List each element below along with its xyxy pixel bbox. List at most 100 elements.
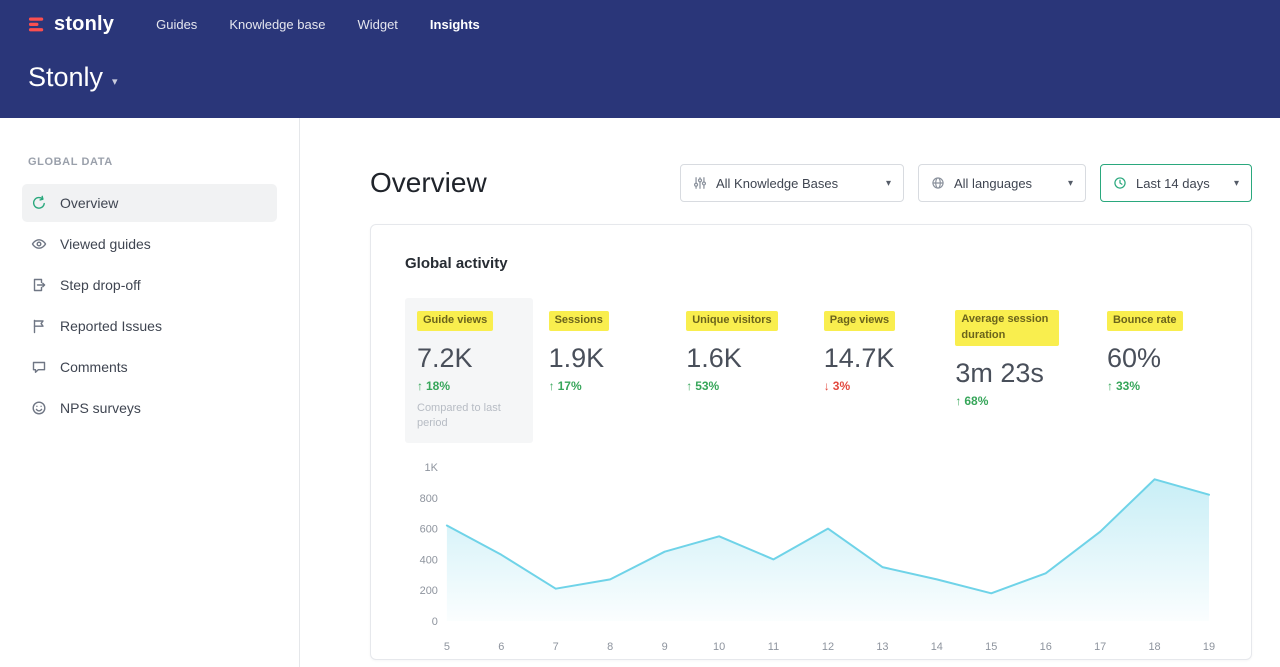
- main-content: Overview All Knowledge Bases ▾ All langu…: [300, 118, 1280, 667]
- card-title: Global activity: [405, 255, 1217, 272]
- workspace-selector[interactable]: Stonly ▾: [0, 40, 1280, 93]
- svg-text:19: 19: [1203, 641, 1215, 653]
- metric-delta: ↓ 3%: [824, 379, 940, 393]
- global-activity-card: Global activity Guide views 7.2K ↑ 18% C…: [370, 224, 1252, 660]
- metric-delta-value: 3%: [833, 379, 850, 393]
- sidebar-item-reported-issues[interactable]: Reported Issues: [22, 307, 277, 345]
- nav-item-knowledge-base[interactable]: Knowledge base: [229, 17, 325, 32]
- comment-icon: [31, 359, 47, 375]
- nav-item-guides[interactable]: Guides: [156, 17, 197, 32]
- metric-average-session-duration[interactable]: Average session duration 3m 23s ↑ 68%: [955, 298, 1091, 408]
- knowledge-bases-dropdown[interactable]: All Knowledge Bases ▾: [680, 164, 904, 202]
- svg-text:13: 13: [876, 641, 888, 653]
- date-range-dropdown[interactable]: Last 14 days ▾: [1100, 164, 1252, 202]
- svg-text:15: 15: [985, 641, 997, 653]
- chevron-down-icon: ▾: [112, 67, 118, 88]
- chevron-down-icon: ▾: [1230, 178, 1239, 189]
- activity-chart: 02004006008001K5678910111213141516171819: [405, 459, 1217, 655]
- svg-text:400: 400: [420, 554, 438, 566]
- sidebar-section-label: GLOBAL DATA: [28, 156, 299, 168]
- metric-value: 60%: [1107, 343, 1217, 373]
- metric-delta-value: 18%: [426, 379, 450, 393]
- languages-dropdown-value: All languages: [954, 176, 1055, 191]
- logo-text: stonly: [54, 13, 114, 36]
- stonly-logo[interactable]: stonly: [28, 13, 114, 36]
- document-icon: [31, 277, 47, 293]
- chevron-down-icon: ▾: [1064, 178, 1073, 189]
- eye-icon: [31, 236, 47, 252]
- page-title: Overview: [370, 167, 487, 199]
- svg-text:0: 0: [432, 616, 438, 628]
- sidebar-item-label: Reported Issues: [60, 318, 162, 334]
- top-bar: stonly Guides Knowledge base Widget Insi…: [0, 0, 1280, 118]
- metric-label: Bounce rate: [1107, 311, 1183, 331]
- chevron-down-icon: ▾: [882, 178, 891, 189]
- sidebar-item-nps-surveys[interactable]: NPS surveys: [22, 389, 277, 427]
- svg-text:7: 7: [553, 641, 559, 653]
- svg-text:9: 9: [662, 641, 668, 653]
- metric-guide-views[interactable]: Guide views 7.2K ↑ 18% Compared to last …: [405, 298, 533, 443]
- sidebar: GLOBAL DATA Overview Viewed guides Step …: [0, 118, 300, 667]
- svg-text:17: 17: [1094, 641, 1106, 653]
- svg-text:600: 600: [420, 523, 438, 535]
- metric-value: 3m 23s: [955, 358, 1091, 388]
- languages-dropdown[interactable]: All languages ▾: [918, 164, 1086, 202]
- svg-text:8: 8: [607, 641, 613, 653]
- sidebar-item-comments[interactable]: Comments: [22, 348, 277, 386]
- svg-text:6: 6: [498, 641, 504, 653]
- workspace-title: Stonly: [28, 62, 103, 93]
- metric-label: Guide views: [417, 311, 493, 331]
- trend-up-icon: ↑: [955, 394, 961, 408]
- sidebar-item-label: Comments: [60, 359, 128, 375]
- svg-text:18: 18: [1148, 641, 1160, 653]
- metrics-row: Guide views 7.2K ↑ 18% Compared to last …: [405, 298, 1217, 443]
- globe-icon: [931, 176, 945, 190]
- sidebar-item-label: Overview: [60, 195, 118, 211]
- metric-label: Page views: [824, 311, 895, 331]
- metric-delta-value: 53%: [695, 379, 719, 393]
- metric-unique-visitors[interactable]: Unique visitors 1.6K ↑ 53%: [686, 298, 808, 393]
- sidebar-item-label: Viewed guides: [60, 236, 151, 252]
- metric-delta-value: 68%: [964, 394, 988, 408]
- flag-icon: [31, 318, 47, 334]
- area-chart: 02004006008001K5678910111213141516171819: [405, 459, 1217, 655]
- metric-value: 1.9K: [549, 343, 671, 373]
- sliders-icon: [693, 176, 707, 190]
- metric-page-views[interactable]: Page views 14.7K ↓ 3%: [824, 298, 940, 393]
- metric-sessions[interactable]: Sessions 1.9K ↑ 17%: [549, 298, 671, 393]
- metric-delta: ↑ 53%: [686, 379, 808, 393]
- metric-delta-value: 33%: [1116, 379, 1140, 393]
- metric-delta: ↑ 33%: [1107, 379, 1217, 393]
- metric-label: Unique visitors: [686, 311, 777, 331]
- trend-up-icon: ↑: [686, 379, 692, 393]
- clock-icon: [1113, 176, 1127, 190]
- metric-note: Compared to last period: [417, 401, 517, 431]
- metric-bounce-rate[interactable]: Bounce rate 60% ↑ 33%: [1107, 298, 1217, 393]
- stonly-logo-icon: [28, 15, 47, 34]
- metric-value: 1.6K: [686, 343, 808, 373]
- svg-text:12: 12: [822, 641, 834, 653]
- svg-text:800: 800: [420, 492, 438, 504]
- metric-delta: ↑ 17%: [549, 379, 671, 393]
- filter-bar: All Knowledge Bases ▾ All languages ▾ La…: [680, 164, 1252, 202]
- knowledge-bases-dropdown-value: All Knowledge Bases: [716, 176, 873, 191]
- svg-text:14: 14: [931, 641, 943, 653]
- trend-up-icon: ↑: [1107, 379, 1113, 393]
- svg-text:10: 10: [713, 641, 725, 653]
- svg-text:16: 16: [1040, 641, 1052, 653]
- trend-down-icon: ↓: [824, 379, 830, 393]
- metric-delta: ↑ 68%: [955, 394, 1091, 408]
- refresh-icon: [31, 195, 47, 211]
- sidebar-item-viewed-guides[interactable]: Viewed guides: [22, 225, 277, 263]
- metric-label: Sessions: [549, 311, 609, 331]
- metric-delta: ↑ 18%: [417, 379, 521, 393]
- nav-item-insights[interactable]: Insights: [430, 17, 480, 32]
- nav-item-widget[interactable]: Widget: [357, 17, 397, 32]
- sidebar-item-label: NPS surveys: [60, 400, 141, 416]
- svg-text:5: 5: [444, 641, 450, 653]
- sidebar-item-step-drop-off[interactable]: Step drop-off: [22, 266, 277, 304]
- svg-text:1K: 1K: [425, 462, 439, 474]
- sidebar-item-overview[interactable]: Overview: [22, 184, 277, 222]
- svg-text:200: 200: [420, 585, 438, 597]
- top-nav: Guides Knowledge base Widget Insights: [156, 17, 480, 32]
